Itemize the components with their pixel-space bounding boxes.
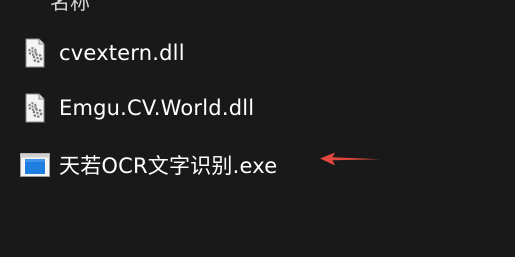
dll-file-icon	[18, 91, 52, 125]
file-list: cvextern.dll Emgu.CV.World.dll 天若OCR文字识别	[0, 0, 515, 257]
file-name: 天若OCR文字识别.exe	[59, 154, 278, 178]
red-arrow-icon	[320, 152, 380, 166]
file-name: Emgu.CV.World.dll	[59, 96, 255, 120]
dll-file-icon	[18, 36, 52, 70]
file-item-cvextern[interactable]: cvextern.dll	[18, 36, 185, 70]
file-item-tianruo-ocr-exe[interactable]: 天若OCR文字识别.exe	[18, 148, 277, 182]
file-item-emgu-cv-world[interactable]: Emgu.CV.World.dll	[18, 91, 254, 125]
exe-app-icon	[18, 148, 52, 182]
file-name: cvextern.dll	[59, 41, 185, 65]
